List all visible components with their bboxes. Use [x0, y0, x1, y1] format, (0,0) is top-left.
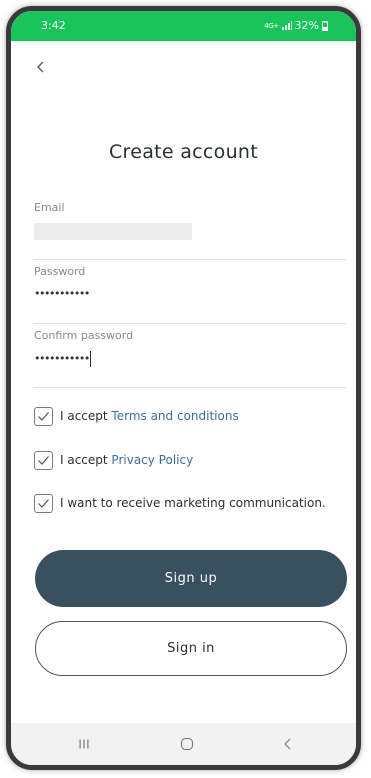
privacy-checkbox-label: I accept Privacy Policy	[60, 453, 193, 467]
privacy-prefix: I accept	[60, 453, 112, 467]
sign-in-button[interactable]: Sign in	[35, 621, 347, 676]
email-label: Email	[34, 201, 65, 214]
home-icon	[180, 737, 194, 751]
password-label: Password	[34, 265, 86, 278]
privacy-checkbox-row[interactable]: I accept Privacy Policy	[34, 449, 354, 471]
system-back-button[interactable]	[263, 723, 313, 765]
sign-up-button[interactable]: Sign up	[35, 550, 347, 607]
signal-icon	[281, 21, 292, 30]
status-bar: 3:42 4G+ 32%	[11, 11, 356, 41]
battery-icon	[322, 20, 328, 31]
terms-link[interactable]: Terms and conditions	[111, 409, 238, 423]
terms-prefix: I accept	[60, 409, 112, 423]
page-title: Create account	[108, 141, 259, 163]
chevron-left-icon	[37, 61, 44, 73]
terms-checkbox-row[interactable]: I accept Terms and conditions	[34, 405, 354, 427]
back-button[interactable]	[29, 55, 53, 79]
confirm-password-input-wrap[interactable]: •••••••••••	[34, 351, 294, 371]
marketing-checkbox[interactable]	[34, 493, 53, 513]
checkmark-icon	[38, 455, 49, 465]
confirm-password-input: •••••••••••	[34, 352, 90, 365]
phone-frame: 3:42 4G+ 32% Create account Email Passwo…	[6, 6, 361, 770]
checkmark-icon	[38, 498, 49, 508]
recents-icon	[79, 739, 89, 749]
network-type: 4G+	[264, 21, 279, 30]
home-button[interactable]	[162, 723, 212, 765]
email-field[interactable]: Email	[34, 201, 346, 260]
password-input[interactable]: •••••••••••	[34, 287, 294, 307]
marketing-checkbox-row[interactable]: I want to receive marketing communicatio…	[34, 492, 354, 514]
status-time: 3:42	[41, 19, 66, 32]
marketing-checkbox-label: I want to receive marketing communicatio…	[60, 496, 326, 510]
privacy-link[interactable]: Privacy Policy	[111, 453, 193, 467]
text-caret	[89, 351, 91, 367]
terms-checkbox-label: I accept Terms and conditions	[60, 409, 239, 423]
back-icon	[284, 738, 291, 750]
battery-percent: 32%	[294, 19, 319, 32]
password-field[interactable]: Password •••••••••••	[34, 265, 346, 324]
system-nav-bar	[11, 723, 356, 765]
confirm-password-field[interactable]: Confirm password •••••••••••	[34, 329, 346, 388]
privacy-checkbox[interactable]	[34, 450, 53, 470]
recents-button[interactable]	[59, 723, 109, 765]
terms-checkbox[interactable]	[34, 406, 53, 426]
status-indicators: 4G+ 32%	[264, 19, 328, 32]
email-input[interactable]	[34, 221, 294, 241]
confirm-password-label: Confirm password	[34, 329, 134, 342]
checkmark-icon	[38, 411, 49, 421]
